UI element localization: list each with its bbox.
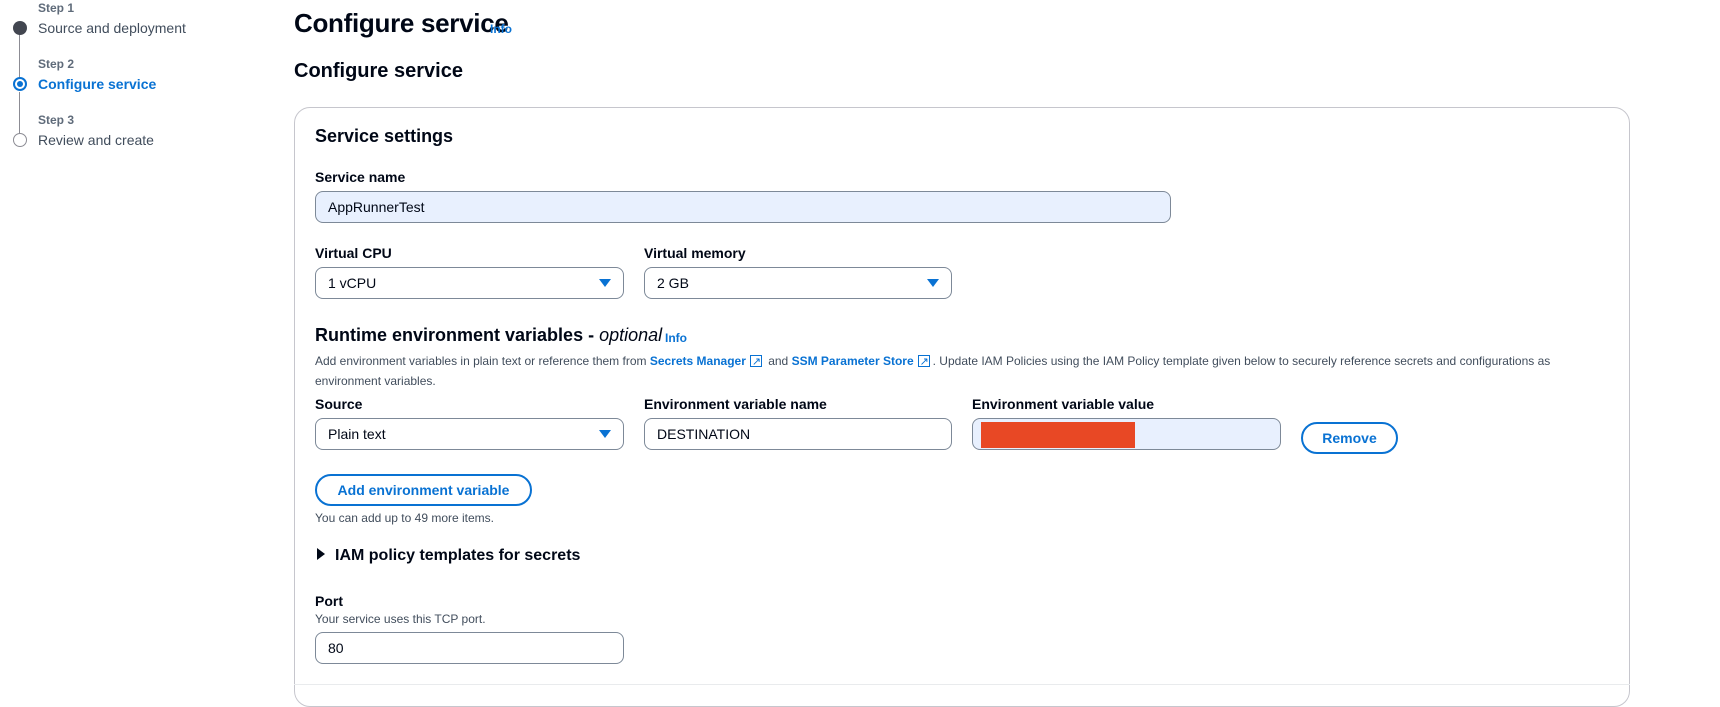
service-settings-heading: Service settings [315, 126, 454, 146]
env-source-value: Plain text [328, 426, 386, 442]
env-description: Add environment variables in plain text … [315, 351, 1605, 391]
vcpu-label: Virtual CPU [315, 245, 392, 261]
memory-select[interactable]: 2 GB [644, 267, 952, 299]
caret-down-icon [599, 430, 611, 438]
env-value-label: Environment variable value [972, 396, 1155, 412]
iam-policy-expander-label: IAM policy templates for secrets [335, 547, 581, 564]
env-value-input[interactable] [972, 418, 1281, 450]
memory-value: 2 GB [657, 275, 689, 291]
vcpu-value: 1 vCPU [328, 275, 377, 291]
step-current-icon [13, 77, 27, 91]
caret-down-icon [927, 279, 939, 287]
step-connector [19, 34, 20, 78]
step-pending-icon [13, 133, 27, 147]
service-name-value: AppRunnerTest [328, 199, 425, 215]
memory-label: Virtual memory [644, 245, 746, 261]
panel-divider [294, 684, 1630, 685]
caret-right-icon [317, 548, 325, 560]
port-label: Port [315, 593, 343, 609]
step-2-title: Configure service [38, 76, 157, 92]
ssm-parameter-store-link[interactable]: SSM Parameter Store [792, 354, 914, 368]
env-source-select[interactable]: Plain text [315, 418, 624, 450]
env-limit-text: You can add up to 49 more items. [315, 511, 495, 525]
service-name-input[interactable]: AppRunnerTest [315, 191, 1171, 223]
env-heading: Runtime environment variables - optional [315, 325, 662, 346]
step-1-title[interactable]: Source and deployment [38, 20, 186, 36]
step-2-number: Step 2 [38, 57, 75, 71]
step-3-number: Step 3 [38, 113, 75, 127]
port-input[interactable]: 80 [315, 632, 624, 664]
step-1-number: Step 1 [38, 1, 75, 15]
section-title: Configure service [294, 60, 463, 82]
page-info-link[interactable]: Info [490, 22, 512, 36]
env-name-value: DESTINATION [657, 426, 751, 442]
env-desc-text: Add environment variables in plain text … [315, 354, 650, 368]
secrets-manager-link[interactable]: Secrets Manager [650, 354, 746, 368]
step-complete-icon [13, 21, 27, 35]
port-description: Your service uses this TCP port. [315, 612, 486, 626]
port-value: 80 [328, 640, 344, 656]
external-link-icon [917, 352, 930, 372]
service-name-label: Service name [315, 169, 406, 185]
env-desc-and: and [764, 354, 792, 368]
env-name-input[interactable]: DESTINATION [644, 418, 952, 450]
add-environment-variable-button[interactable]: Add environment variable [315, 474, 532, 506]
wizard-steps: Step 1 Source and deployment Step 2 Conf… [0, 0, 260, 160]
iam-policy-expander[interactable]: IAM policy templates for secrets [317, 547, 580, 565]
env-heading-text: Runtime environment variables - [315, 325, 600, 345]
external-link-icon [749, 352, 762, 372]
caret-down-icon [599, 279, 611, 287]
page-title: Configure service [294, 8, 509, 38]
remove-button[interactable]: Remove [1301, 422, 1398, 454]
step-3-title: Review and create [38, 132, 154, 148]
env-info-link[interactable]: Info [665, 331, 687, 345]
env-optional-text: optional [599, 325, 663, 345]
redacted-value [981, 422, 1135, 448]
env-source-label: Source [315, 396, 363, 412]
step-connector [19, 92, 20, 138]
vcpu-select[interactable]: 1 vCPU [315, 267, 624, 299]
env-name-label: Environment variable name [644, 396, 827, 412]
